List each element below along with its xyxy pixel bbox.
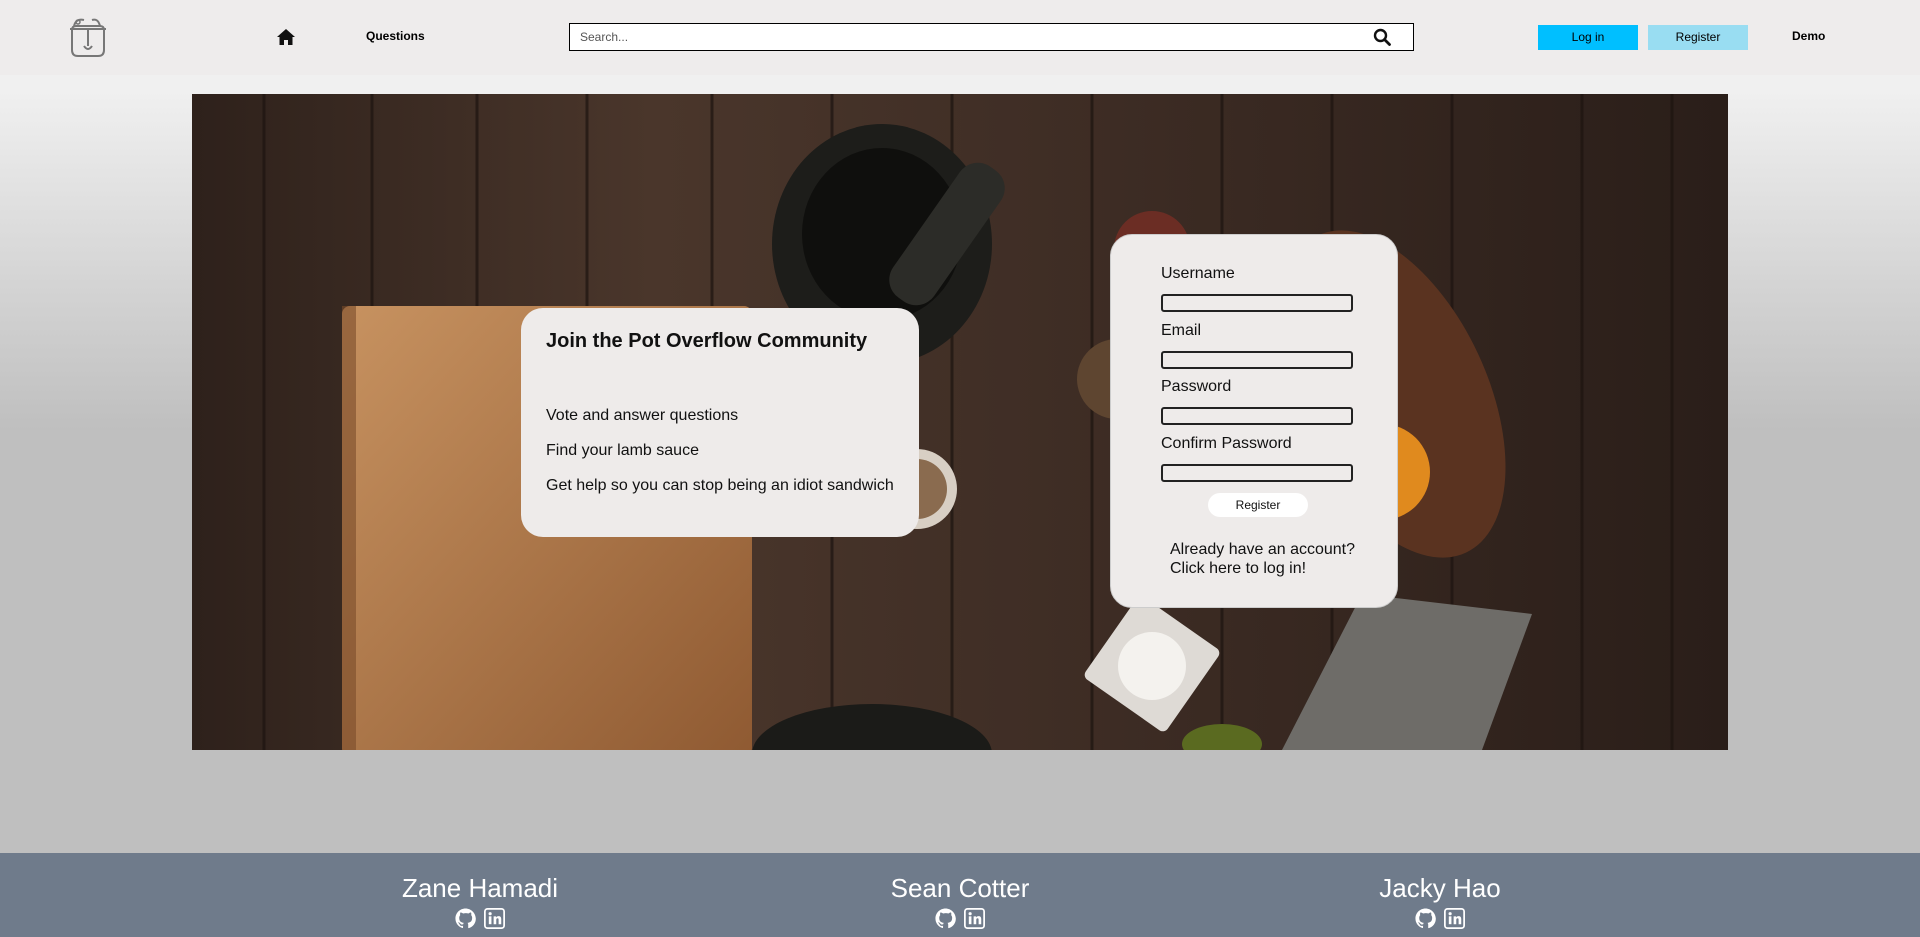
benefit-item: Find your lamb sauce — [546, 442, 699, 459]
team-member-jacky: Jacky Hao — [1320, 873, 1560, 929]
member-name: Sean Cotter — [890, 873, 1030, 903]
confirm-password-field[interactable] — [1161, 464, 1353, 482]
cooking-pot-logo-icon[interactable] — [64, 12, 110, 60]
kitchen-table-background-image — [192, 94, 1728, 750]
footer: Zane Hamadi Sean Cotter Jacky Hao — [0, 853, 1920, 937]
search-icon[interactable] — [1373, 28, 1391, 46]
demo-link[interactable]: Demo — [1792, 29, 1825, 43]
email-label: Email — [1161, 322, 1202, 339]
search-input[interactable] — [570, 24, 1350, 49]
form-register-button[interactable]: Register — [1208, 493, 1308, 517]
community-benefits-list: Vote and answer questions Find your lamb… — [546, 407, 894, 495]
nav-questions-link[interactable]: Questions — [366, 29, 425, 43]
linkedin-icon[interactable] — [484, 908, 505, 929]
password-field[interactable] — [1161, 407, 1353, 425]
linkedin-icon[interactable] — [964, 908, 985, 929]
hero-section: Join the Pot Overflow Community Vote and… — [192, 94, 1728, 750]
password-label: Password — [1161, 378, 1232, 395]
email-field[interactable] — [1161, 351, 1353, 369]
github-icon[interactable] — [455, 908, 476, 929]
signup-form: Username Email Password Confirm Password… — [1110, 234, 1398, 608]
team-member-zane: Zane Hamadi — [360, 873, 600, 929]
linkedin-icon[interactable] — [1444, 908, 1465, 929]
search-bar — [569, 23, 1414, 51]
home-icon[interactable] — [276, 28, 296, 46]
benefit-item: Get help so you can stop being an idiot … — [546, 477, 894, 494]
member-name: Jacky Hao — [1379, 873, 1501, 903]
benefit-item: Vote and answer questions — [546, 407, 739, 424]
navbar: Questions Log in Register Demo — [0, 0, 1920, 75]
login-prompt-line1: Already have an account? — [1170, 541, 1356, 558]
github-icon[interactable] — [1415, 908, 1436, 929]
member-name: Zane Hamadi — [401, 873, 559, 903]
community-info-card: Join the Pot Overflow Community Vote and… — [521, 308, 919, 537]
confirm-password-label: Confirm Password — [1161, 435, 1292, 452]
login-prompt-link[interactable]: Already have an account? Click here to l… — [1170, 540, 1355, 578]
login-prompt-line2: Click here to log in! — [1170, 560, 1307, 577]
username-field[interactable] — [1161, 294, 1353, 312]
github-icon[interactable] — [935, 908, 956, 929]
register-button[interactable]: Register — [1648, 25, 1748, 50]
username-label: Username — [1161, 265, 1235, 282]
community-card-title: Join the Pot Overflow Community — [546, 330, 868, 352]
login-button[interactable]: Log in — [1538, 25, 1638, 50]
team-member-sean: Sean Cotter — [840, 873, 1080, 929]
